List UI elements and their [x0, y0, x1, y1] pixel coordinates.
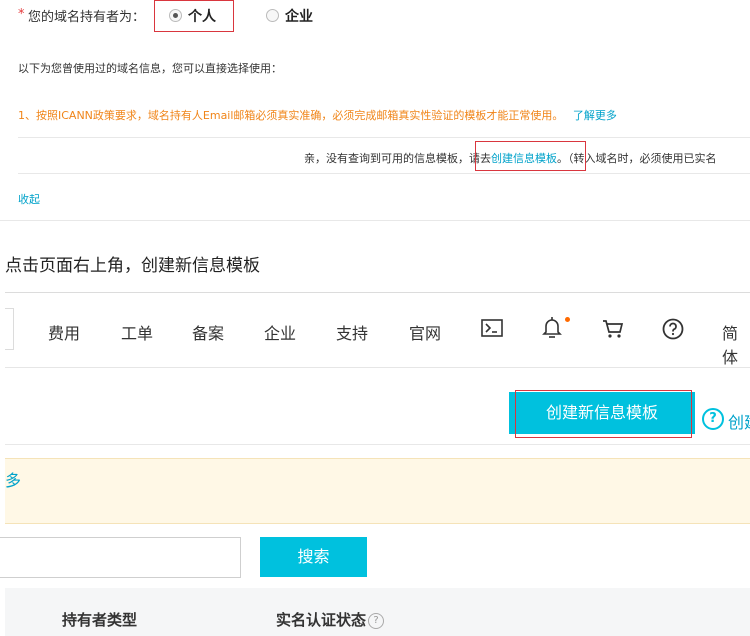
- radio-personal-label: 个人: [188, 8, 216, 25]
- search-button[interactable]: 搜索: [260, 537, 367, 577]
- question-icon[interactable]: ?: [702, 408, 724, 430]
- create-help-link[interactable]: 创建: [728, 409, 750, 433]
- used-templates-text: 以下为您曾使用过的域名信息，您可以直接选择使用：: [18, 62, 282, 75]
- owner-label: 您的域名持有者为：: [28, 10, 146, 25]
- notice-link-partial[interactable]: 多: [5, 467, 21, 491]
- notice-bar: 多: [5, 458, 750, 524]
- notification-dot: [565, 317, 570, 322]
- policy-notice: 1、按照ICANN政策要求，域名持有人Email邮箱必须真实准确，必须完成邮箱真…: [18, 107, 617, 123]
- nav-icp[interactable]: 备案: [192, 320, 224, 344]
- bell-icon[interactable]: [542, 316, 562, 344]
- learn-more-link[interactable]: 了解更多: [573, 109, 617, 122]
- nav-tickets[interactable]: 工单: [121, 320, 153, 344]
- no-template-prefix: 亲，没有查询到可用的信息模板，: [304, 152, 469, 165]
- help-icon[interactable]: [662, 318, 684, 344]
- divider: [5, 444, 750, 445]
- search-box-edge: [5, 308, 14, 350]
- radio-company-label: 企业: [285, 8, 313, 25]
- policy-notice-text: 1、按照ICANN政策要求，域名持有人Email邮箱必须真实准确，必须完成邮箱真…: [18, 109, 564, 122]
- question-icon[interactable]: ?: [368, 612, 385, 629]
- radio-dot-icon: [169, 9, 182, 22]
- radio-personal[interactable]: 个人: [169, 5, 216, 26]
- divider: [18, 173, 750, 174]
- highlight-box-create-button: [515, 390, 692, 438]
- radio-dot-icon: [266, 9, 279, 22]
- column-owner-type: 持有者类型: [62, 611, 138, 629]
- column-verification-status-label: 实名认证状态: [276, 611, 367, 629]
- highlight-box-create-link: [475, 141, 586, 171]
- instruction-caption: 点击页面右上角，创建新信息模板: [5, 256, 260, 276]
- required-mark: *: [18, 7, 25, 22]
- cart-icon[interactable]: [602, 319, 624, 343]
- divider: [18, 137, 750, 138]
- nav-fees[interactable]: 费用: [48, 320, 80, 344]
- table-header: 持有者类型 实名认证状态?: [5, 588, 750, 636]
- collapse-link[interactable]: 收起: [18, 191, 40, 207]
- console-top-bar: 费用 工单 备案 企业 支持 官网 简体: [5, 292, 750, 368]
- nav-official-site[interactable]: 官网: [409, 320, 441, 344]
- radio-company[interactable]: 企业: [266, 5, 313, 26]
- column-verification-status: 实名认证状态?: [276, 609, 385, 630]
- nav-support[interactable]: 支持: [336, 320, 368, 344]
- nav-enterprise[interactable]: 企业: [264, 320, 296, 344]
- divider: [0, 220, 750, 221]
- language-switch[interactable]: 简体: [722, 320, 750, 368]
- terminal-icon[interactable]: [481, 319, 503, 341]
- search-input[interactable]: [0, 537, 241, 578]
